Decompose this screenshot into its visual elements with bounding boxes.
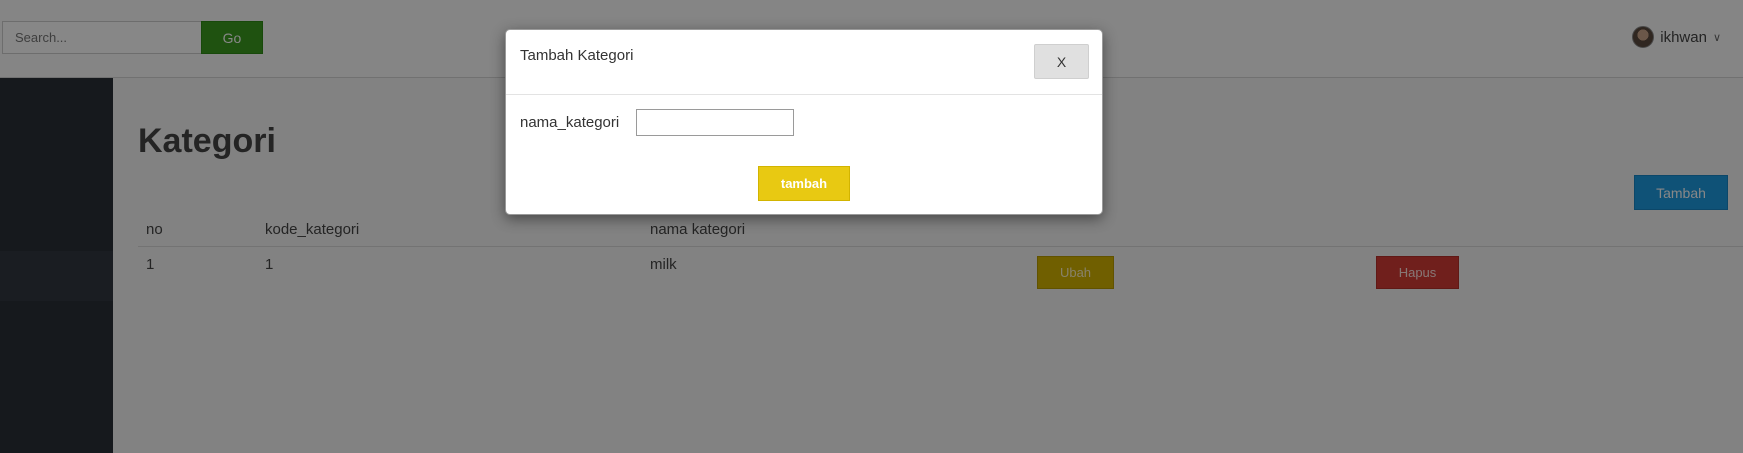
close-button[interactable]: X <box>1034 44 1089 79</box>
modal-title: Tambah Kategori <box>520 47 634 64</box>
add-category-modal: Tambah Kategori X nama_kategori tambah <box>505 29 1103 215</box>
submit-button[interactable]: tambah <box>758 166 850 201</box>
nama-kategori-label: nama_kategori <box>520 114 620 131</box>
modal-header: Tambah Kategori X <box>506 30 1102 95</box>
nama-kategori-input[interactable] <box>636 109 794 136</box>
